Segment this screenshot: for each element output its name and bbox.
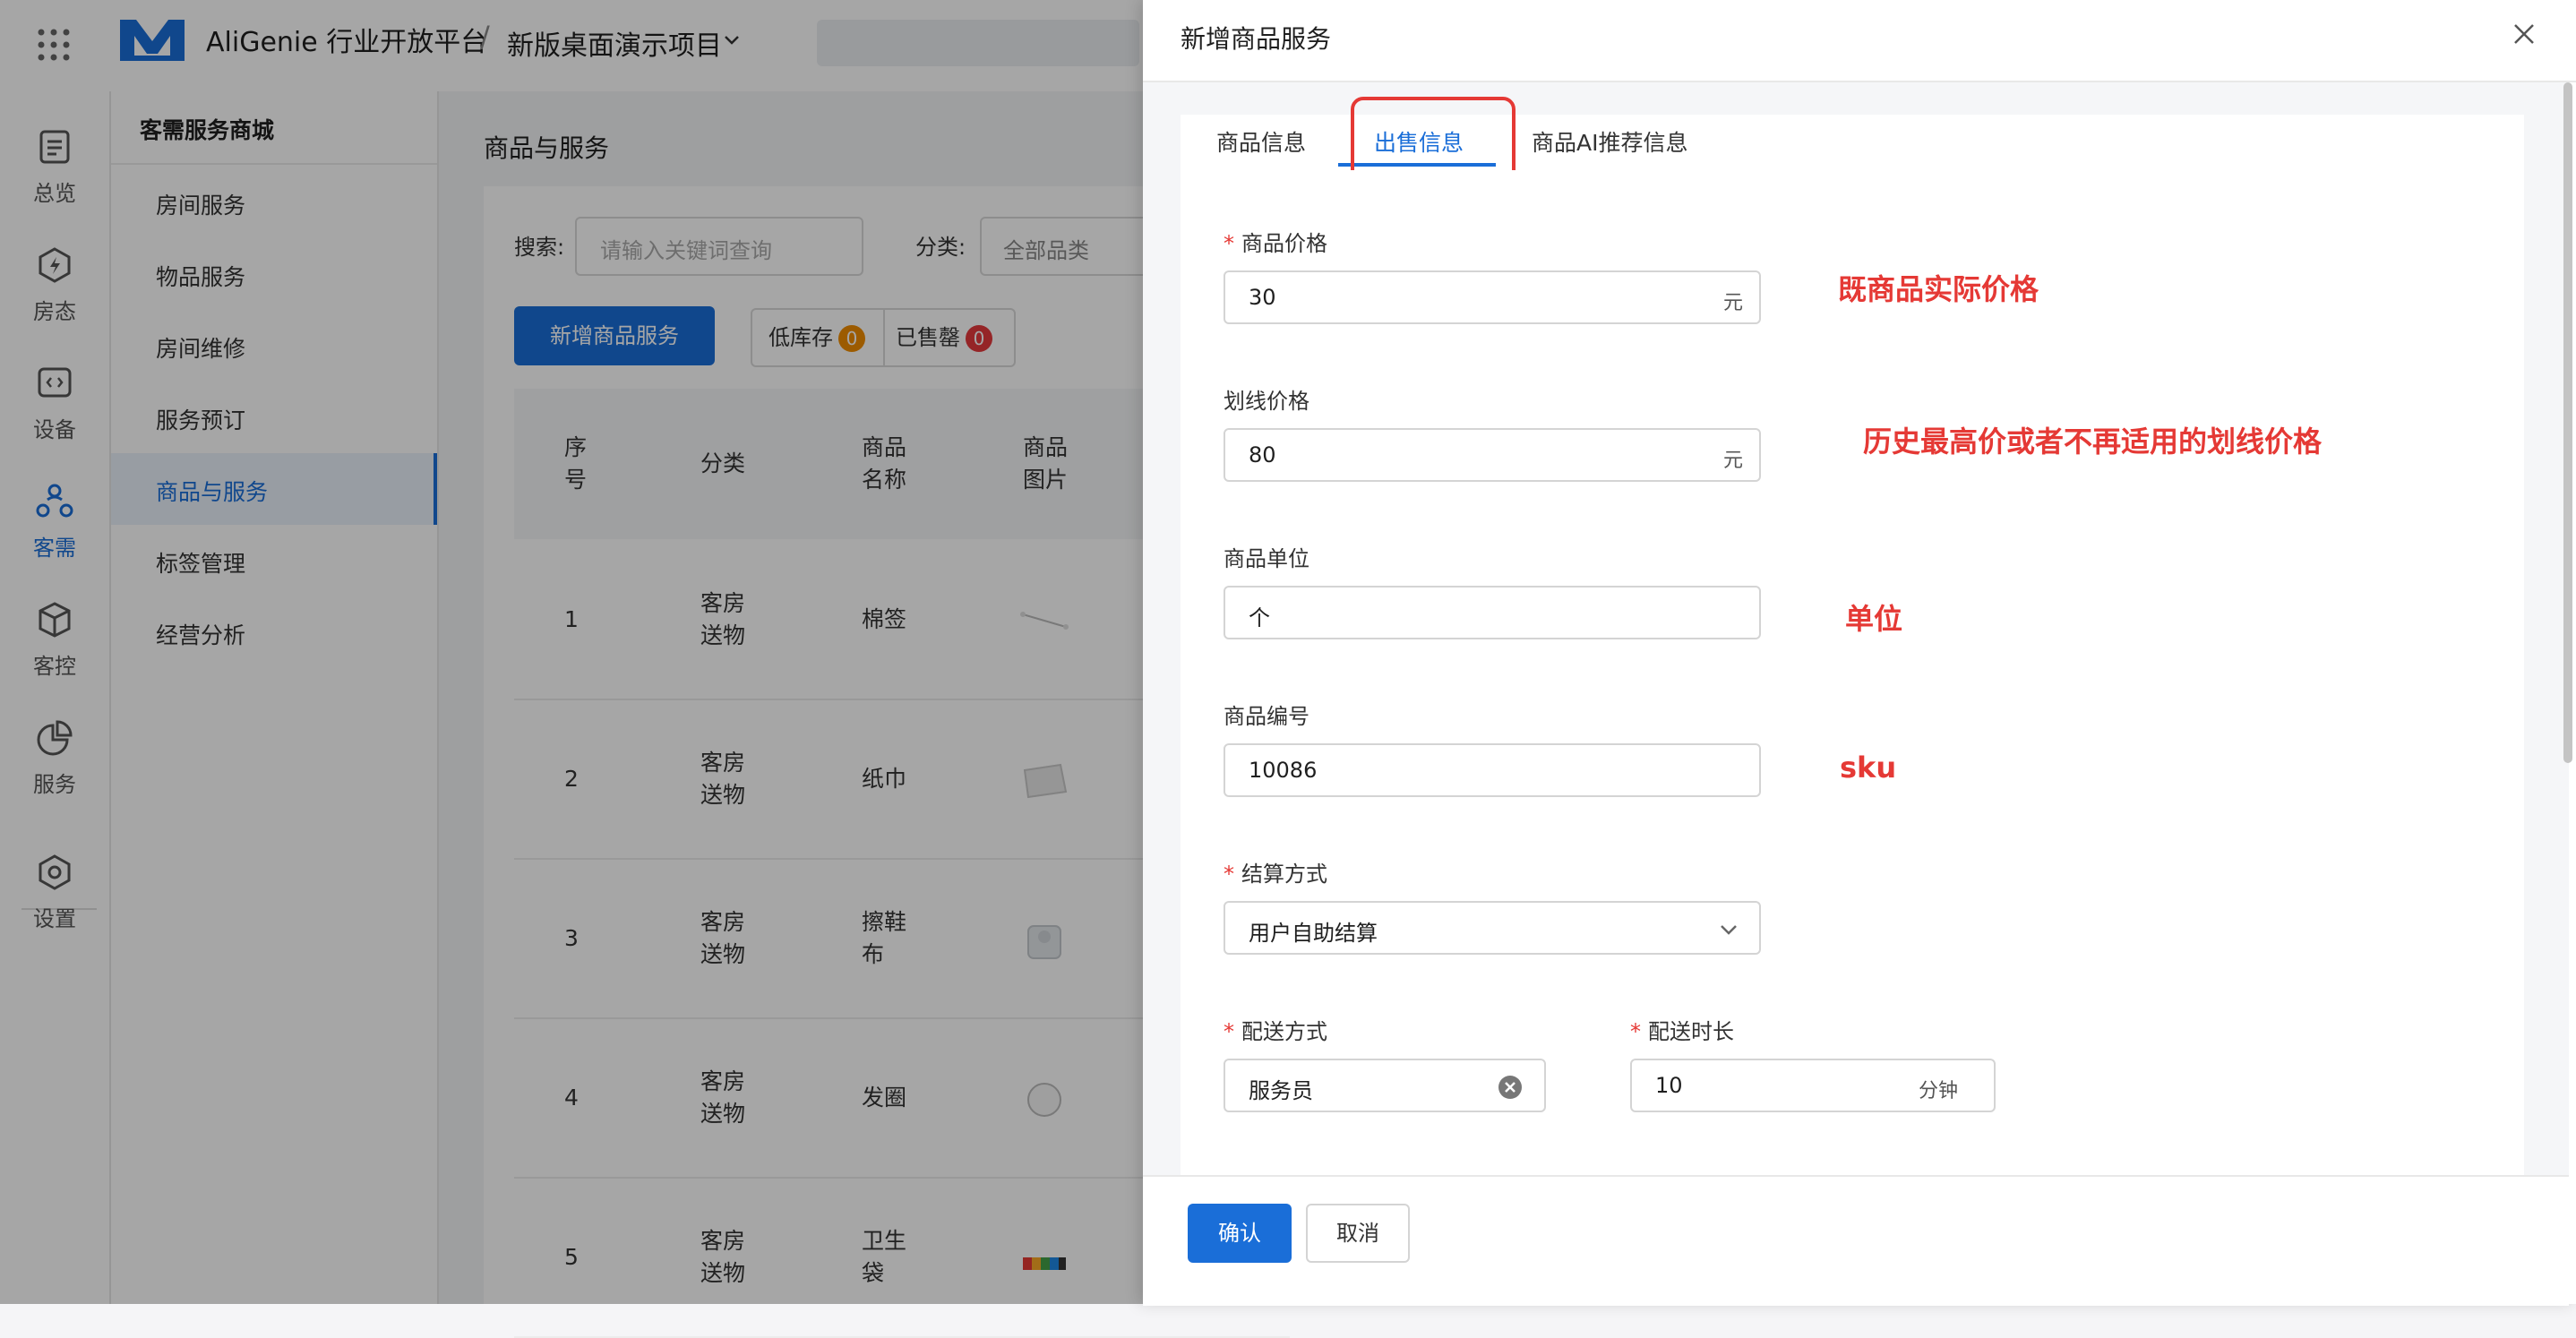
modal-overlay[interactable] xyxy=(0,0,1143,1304)
unit-input[interactable]: 个 xyxy=(1224,586,1761,639)
close-icon[interactable] xyxy=(2512,21,2537,47)
sku-label: 商品编号 xyxy=(1224,704,1309,729)
delivery-method-label: * 配送方式 xyxy=(1224,1014,1327,1045)
settlement-select[interactable]: 用户自助结算 xyxy=(1224,901,1761,955)
drawer-title: 新增商品服务 xyxy=(1181,24,1332,54)
select-value: 服务员 xyxy=(1249,1078,1313,1103)
required-mark: * xyxy=(1224,862,1234,887)
required-mark: * xyxy=(1224,1019,1234,1044)
strike-price-label: 划线价格 xyxy=(1224,389,1309,414)
clear-icon[interactable] xyxy=(1498,1075,1523,1100)
label-text: 商品价格 xyxy=(1241,231,1327,256)
price-input[interactable]: 30 元 xyxy=(1224,270,1761,324)
select-value: 用户自助结算 xyxy=(1249,921,1378,946)
input-value: 个 xyxy=(1249,605,1270,630)
delivery-time-label: * 配送时长 xyxy=(1630,1014,1734,1045)
scrollbar[interactable] xyxy=(2563,82,2572,763)
label-text: 配送时长 xyxy=(1648,1019,1734,1044)
currency-suffix: 元 xyxy=(1722,292,1743,314)
input-value: 10 xyxy=(1655,1073,1683,1098)
input-value: 30 xyxy=(1249,285,1276,310)
input-value: 80 xyxy=(1249,442,1276,467)
required-mark: * xyxy=(1630,1019,1641,1044)
price-annotation: 既商品实际价格 xyxy=(1838,272,2039,306)
chevron-down-icon xyxy=(1718,919,1739,940)
sku-input[interactable]: 10086 xyxy=(1224,743,1761,797)
sku-annotation: sku xyxy=(1840,750,1897,785)
tab-ai-recommendation[interactable]: 商品AI推荐信息 xyxy=(1532,125,1687,158)
price-label: * 商品价格 xyxy=(1224,226,1327,257)
delivery-time-input[interactable]: 10 分钟 xyxy=(1630,1059,1996,1112)
label-text: 结算方式 xyxy=(1241,862,1327,887)
strike-price-input[interactable]: 80 元 xyxy=(1224,428,1761,482)
unit-annotation: 单位 xyxy=(1845,602,1903,636)
cancel-button[interactable]: 取消 xyxy=(1306,1204,1410,1263)
confirm-button[interactable]: 确认 xyxy=(1188,1204,1292,1263)
strike-price-annotation: 历史最高价或者不再适用的划线价格 xyxy=(1863,425,2323,459)
input-value: 10086 xyxy=(1249,758,1318,783)
label-text: 配送方式 xyxy=(1241,1019,1327,1044)
currency-suffix: 元 xyxy=(1722,450,1743,472)
delivery-method-select[interactable]: 服务员 xyxy=(1224,1059,1546,1112)
unit-label: 商品单位 xyxy=(1224,546,1309,571)
unit-suffix: 分钟 xyxy=(1918,1080,1958,1102)
settlement-label: * 结算方式 xyxy=(1224,856,1327,888)
required-mark: * xyxy=(1224,231,1234,256)
tab-product-info[interactable]: 商品信息 xyxy=(1216,125,1306,158)
